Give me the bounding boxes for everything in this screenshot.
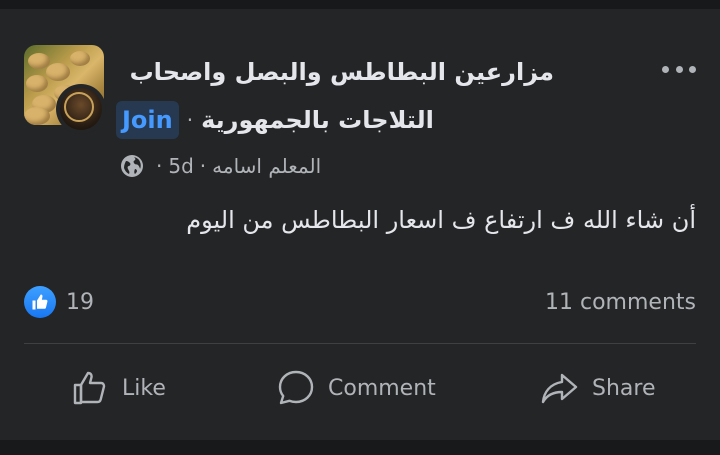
more-dot bbox=[675, 65, 683, 73]
group-name-line2[interactable]: التلاجات بالجمهورية bbox=[201, 106, 434, 134]
feed-gap-bottom bbox=[0, 440, 720, 455]
potato-shape bbox=[24, 107, 50, 125]
potato-shape bbox=[46, 63, 70, 81]
potato-shape bbox=[26, 75, 48, 92]
more-dot bbox=[662, 65, 669, 73]
globe-icon[interactable] bbox=[120, 154, 144, 178]
separator-dot: · bbox=[199, 154, 207, 178]
author-avatar[interactable] bbox=[56, 84, 106, 134]
comments-count[interactable]: 11 comments bbox=[545, 290, 696, 315]
like-reaction-icon bbox=[24, 286, 56, 318]
action-bar: Like Comment Share bbox=[0, 360, 720, 416]
comment-label: Comment bbox=[328, 375, 436, 401]
group-name-line1[interactable]: مزارعين البطاطس والبصل واصحاب bbox=[130, 58, 554, 86]
reactions-summary[interactable]: 19 bbox=[24, 286, 94, 318]
potato-shape bbox=[70, 51, 90, 66]
join-button[interactable]: Join bbox=[116, 101, 179, 139]
post-meta: · 5d · المعلم اسامه bbox=[120, 152, 321, 180]
like-button[interactable]: Like bbox=[70, 360, 166, 416]
feed-gap-top bbox=[0, 0, 720, 9]
author-avatar-ring bbox=[64, 92, 94, 122]
more-dot bbox=[689, 65, 696, 73]
more-options-icon[interactable] bbox=[662, 58, 696, 80]
comment-button[interactable]: Comment bbox=[276, 360, 436, 416]
share-label: Share bbox=[592, 375, 656, 401]
comment-icon bbox=[278, 370, 314, 405]
separator-dot: · bbox=[186, 108, 194, 132]
like-label: Like bbox=[122, 375, 166, 401]
thumbs-up-icon bbox=[73, 371, 106, 405]
share-icon bbox=[541, 373, 578, 404]
post-text: أن شاء الله ف ارتفاع ف اسعار البطاطس من … bbox=[186, 206, 696, 234]
post-time[interactable]: 5d bbox=[168, 154, 193, 178]
separator-dot: · bbox=[156, 154, 163, 178]
author-name[interactable]: المعلم اسامه bbox=[212, 154, 321, 178]
thumbs-up-icon bbox=[32, 294, 48, 310]
group-name-row: Join · التلاجات بالجمهورية bbox=[116, 100, 434, 140]
share-button[interactable]: Share bbox=[540, 360, 656, 416]
divider bbox=[24, 343, 696, 344]
reaction-count: 19 bbox=[66, 289, 94, 315]
